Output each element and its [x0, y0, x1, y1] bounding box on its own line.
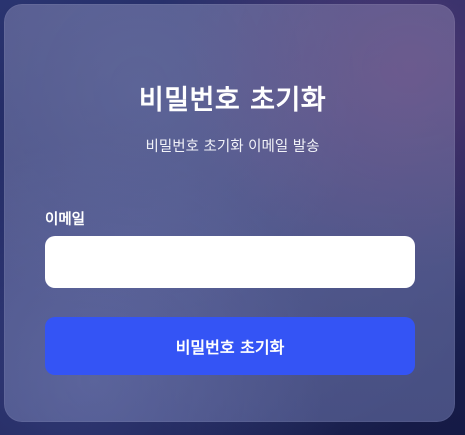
page-subtitle: 비밀번호 초기화 이메일 발송 [145, 139, 320, 155]
email-label: 이메일 [45, 212, 86, 228]
email-field[interactable] [45, 236, 415, 288]
reset-password-button[interactable]: 비밀번호 초기화 [45, 317, 415, 375]
page-title: 비밀번호 초기화 [138, 85, 327, 116]
